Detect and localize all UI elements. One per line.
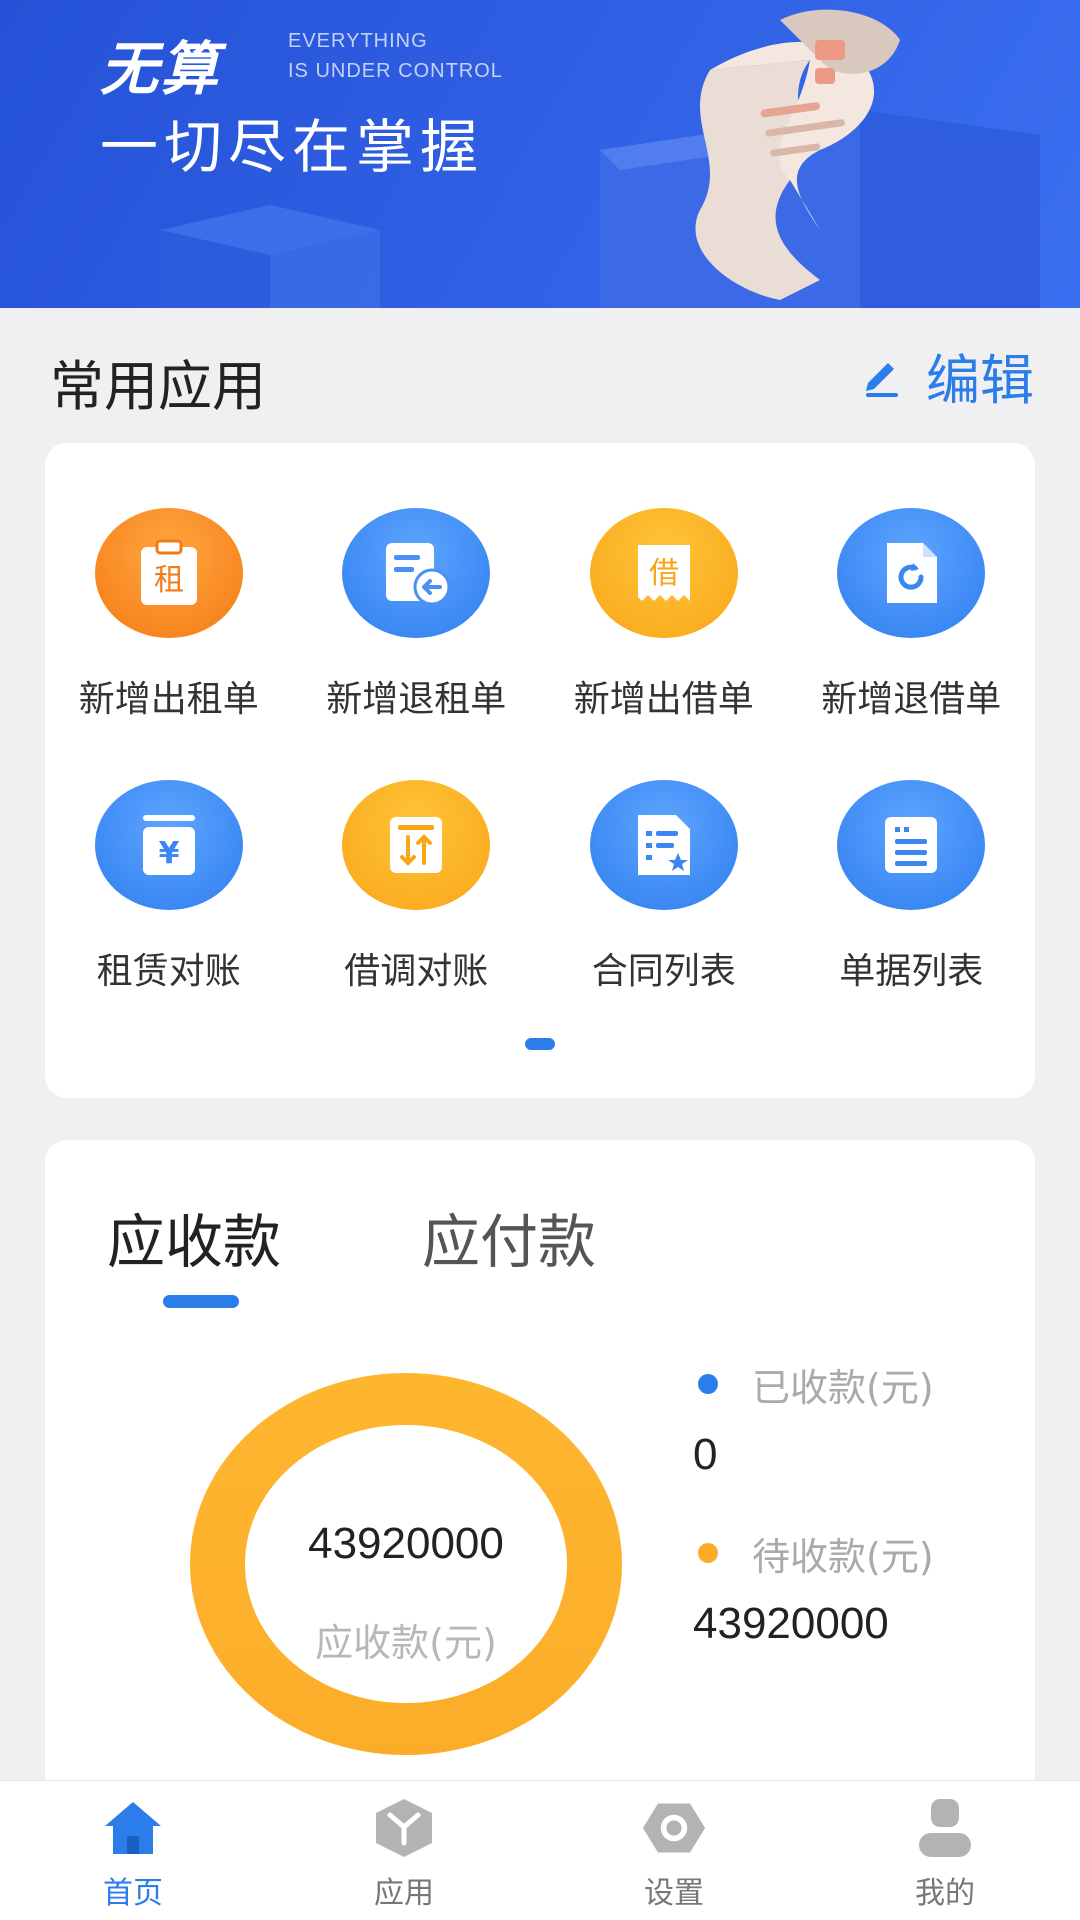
banner-cube-decoration	[160, 205, 380, 308]
receipt-scroll-illustration	[600, 9, 1040, 308]
nav-apps[interactable]: 应用	[304, 1781, 504, 1920]
nav-label-apps: 应用	[374, 1876, 434, 1911]
common-apps-card: 租 新增出租单 新增退租单 借 新增出借单 新增退借单 ¥ 租赁对账 借调对账 …	[45, 443, 1035, 1098]
legend-value-pending: 43920000	[693, 1599, 889, 1648]
app-lease-reconciliation[interactable]: ¥ 租赁对账	[45, 780, 293, 994]
brand-tagline-line1: EVERYTHING	[288, 30, 428, 52]
app-label: 新增退借单	[821, 679, 1002, 720]
lend-order-icon: 借	[589, 508, 738, 638]
edit-button-label: 编辑	[926, 348, 1034, 412]
return-lend-icon	[837, 508, 986, 638]
nav-label-profile: 我的	[915, 1876, 975, 1911]
edit-button[interactable]: 编辑	[860, 340, 1034, 412]
app-transfer-reconciliation[interactable]: 借调对账	[293, 780, 541, 994]
lease-reconcile-icon: ¥	[94, 780, 243, 910]
app-label: 单据列表	[839, 951, 984, 992]
app-label: 合同列表	[591, 951, 736, 992]
rent-order-icon: 租	[94, 508, 243, 638]
legend-received: 已收款(元) 0	[693, 1358, 934, 1480]
page-indicator[interactable]	[525, 1038, 555, 1050]
brand-logo: 无算	[100, 35, 221, 103]
nav-profile[interactable]: 我的	[845, 1781, 1045, 1920]
receivable-total-label: 应收款(元)	[315, 1621, 497, 1665]
receivable-donut-chart: 43920000 应收款(元)	[190, 1373, 622, 1755]
tab-payable[interactable]: 应付款	[422, 1195, 596, 1279]
app-contract-list[interactable]: 合同列表	[540, 780, 788, 994]
app-screen: 无算 EVERYTHING IS UNDER CONTROL 一切尽在掌握 常用…	[0, 0, 1080, 1920]
yen-glyph: ¥	[158, 836, 179, 871]
app-new-rent-order[interactable]: 租 新增出租单	[45, 508, 293, 722]
hero-banner[interactable]: 无算 EVERYTHING IS UNDER CONTROL 一切尽在掌握	[0, 0, 1080, 308]
app-new-lend-order[interactable]: 借 新增出借单	[540, 508, 788, 722]
settings-hex-icon	[641, 1796, 707, 1860]
app-label: 租赁对账	[96, 951, 241, 992]
legend-label-received: 已收款(元)	[752, 1365, 934, 1410]
app-new-return-rent-order[interactable]: 新增退租单	[293, 508, 541, 722]
app-label: 新增退租单	[326, 679, 507, 720]
profile-icon	[912, 1796, 978, 1860]
tab-active-indicator	[163, 1295, 239, 1308]
legend-label-pending: 待收款(元)	[752, 1534, 934, 1579]
edit-pencil-icon	[866, 363, 898, 397]
banner-slogan: 一切尽在掌握	[100, 113, 485, 181]
legend-dot-pending	[698, 1543, 718, 1563]
app-document-list[interactable]: 单据列表	[788, 780, 1036, 994]
app-new-return-lend-order[interactable]: 新增退借单	[788, 508, 1036, 722]
donut-center: 43920000 应收款(元)	[245, 1425, 567, 1703]
app-label: 新增出借单	[573, 679, 754, 720]
return-rent-icon	[342, 508, 491, 638]
app-label: 新增出租单	[78, 679, 259, 720]
legend-pending: 待收款(元) 43920000	[693, 1527, 934, 1649]
document-list-icon	[837, 780, 986, 910]
brand-tagline-line2: IS UNDER CONTROL	[288, 60, 503, 82]
legend-value-received: 0	[693, 1430, 718, 1479]
apps-cube-icon	[371, 1796, 437, 1860]
receivable-total-value: 43920000	[308, 1519, 504, 1568]
home-icon	[100, 1796, 166, 1860]
app-grid: 租 新增出租单 新增退租单 借 新增出借单 新增退借单 ¥ 租赁对账 借调对账 …	[45, 508, 1035, 994]
nav-settings[interactable]: 设置	[574, 1781, 774, 1920]
nav-home[interactable]: 首页	[33, 1781, 233, 1920]
nav-label-settings: 设置	[644, 1876, 704, 1911]
transfer-reconcile-icon	[342, 780, 491, 910]
tab-receivable[interactable]: 应收款	[107, 1195, 281, 1279]
app-label: 借调对账	[344, 951, 489, 992]
bottom-nav-bar: 首页 应用 设置 我的	[0, 1780, 1080, 1920]
lend-glyph: 借	[649, 556, 679, 591]
contract-list-icon	[589, 780, 738, 910]
legend-dot-received	[698, 1374, 718, 1394]
rent-glyph: 租	[154, 563, 184, 598]
nav-label-home: 首页	[103, 1876, 163, 1911]
section-title: 常用应用	[50, 355, 266, 418]
